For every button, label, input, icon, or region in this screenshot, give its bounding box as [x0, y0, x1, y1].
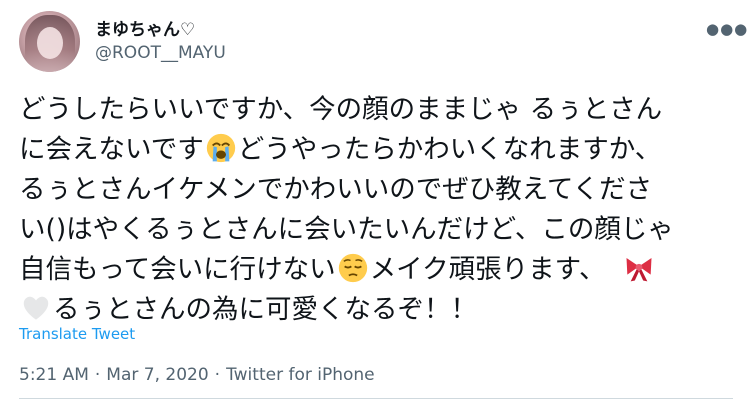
tweet-line-2: に会えないです どうやったらかわいくなれますか、: [19, 130, 739, 170]
tweet-text: どうしたらいいですか、今の顔のままじゃ るぅとさん に会えないです どうやったらか…: [19, 90, 739, 330]
tweet-text-segment: 自信もって会いに行けない: [19, 254, 336, 285]
avatar-face: [37, 27, 63, 59]
white-heart-icon: [23, 296, 49, 320]
avatar[interactable]: [19, 11, 80, 72]
tweet-source[interactable]: Twitter for iPhone: [226, 365, 375, 385]
tweet-time[interactable]: 5:21 AM: [19, 365, 89, 385]
ribbon-icon: [626, 258, 652, 282]
tweet-line-4: い()はやくるぅとさんに会いたいんだけど、この顔じゃ: [19, 214, 674, 245]
tweet-line-1: どうしたらいいですか、今の顔のままじゃ るぅとさん: [19, 94, 663, 125]
display-name[interactable]: まゆちゃん♡: [95, 15, 195, 40]
tweet-line-3: るぅとさんイケメンでかわいいのでぜひ教えてくださ: [19, 174, 653, 205]
loudly-crying-face-icon: [206, 133, 235, 163]
meta-separator: ·: [94, 365, 101, 385]
tweet-line-5: 自信もって会いに行けない メイク頑張ります、: [19, 250, 739, 290]
pensive-face-icon: [338, 253, 367, 283]
tweet-text-segment: るぅとさんの為に可愛くなるぞ！！: [53, 294, 477, 325]
user-handle[interactable]: @ROOT__MAYU: [95, 43, 226, 63]
more-dots-icon[interactable]: ●●●: [706, 22, 747, 37]
tweet-date[interactable]: Mar 7, 2020: [106, 365, 208, 385]
tweet-text-segment: どうやったらかわいくなれますか、: [237, 134, 662, 165]
tweet-text-segment: に会えないです: [19, 134, 204, 165]
tweet-card: まゆちゃん♡ @ROOT__MAYU ●●● どうしたらいいですか、今の顔のまま…: [0, 0, 752, 409]
divider: [19, 398, 733, 399]
translate-tweet-link[interactable]: Translate Tweet: [19, 325, 135, 343]
tweet-metadata: 5:21 AM · Mar 7, 2020 · Twitter for iPhone: [19, 365, 375, 385]
meta-separator: ·: [214, 365, 221, 385]
tweet-text-segment: メイク頑張ります、: [369, 254, 606, 285]
tweet-line-6: るぅとさんの為に可愛くなるぞ！！: [19, 290, 739, 330]
